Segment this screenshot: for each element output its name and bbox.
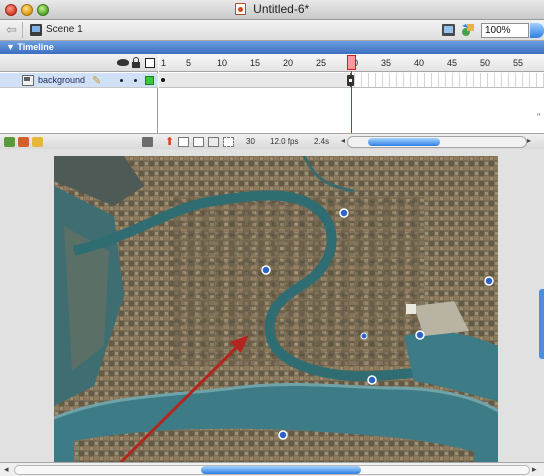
ruler-number: 50 <box>480 58 491 68</box>
playhead[interactable] <box>347 55 356 70</box>
stage-area <box>0 149 544 462</box>
scroll-right-icon[interactable]: ▸ <box>532 464 537 475</box>
ruler-number: 35 <box>381 58 392 68</box>
zoom-dropdown-button[interactable] <box>530 23 544 38</box>
ruler-number: 15 <box>250 58 261 68</box>
timeline-h-scrollbar[interactable] <box>347 136 527 148</box>
ruler-number: 45 <box>447 58 458 68</box>
layer-name[interactable]: background <box>38 75 85 85</box>
add-layer-icon[interactable] <box>4 137 15 147</box>
window-title-wrap: Untitled-6* <box>0 2 544 16</box>
divider <box>22 22 23 38</box>
ruler-number: 25 <box>316 58 327 68</box>
scrollbar-thumb[interactable] <box>368 138 440 146</box>
title-bar: Untitled-6* <box>0 0 544 20</box>
pencil-icon: ✎ <box>92 75 102 87</box>
stage-h-scrollbar[interactable]: ◂ ▸ <box>0 462 544 476</box>
edit-symbols-icon[interactable] <box>461 23 475 37</box>
ruler-number: 1 <box>161 58 167 68</box>
lock-body <box>132 62 140 68</box>
scene-icon <box>30 24 42 36</box>
current-frame: 30 <box>246 137 255 146</box>
scrollbar-thumb[interactable] <box>201 466 361 474</box>
lock-icon[interactable] <box>132 57 140 68</box>
ruler-number: 5 <box>186 58 192 68</box>
center-frame-icon[interactable]: ⬆ <box>165 135 174 148</box>
add-motion-guide-icon[interactable] <box>18 137 29 147</box>
keyframe-icon[interactable] <box>161 78 165 82</box>
scroll-left-icon[interactable]: ◂ <box>341 136 345 145</box>
window-title: Untitled-6* <box>253 2 310 16</box>
stage-v-scroll-thumb[interactable] <box>539 289 544 359</box>
outline-toggle-icon[interactable] <box>145 58 155 68</box>
stage-canvas[interactable] <box>54 156 498 462</box>
ruler-number: 20 <box>283 58 294 68</box>
end-frame-icon[interactable] <box>347 75 354 86</box>
elapsed-time: 2.4s <box>314 137 330 146</box>
frame-rate: 12.0 fps <box>270 137 299 146</box>
edit-multiple-frames-icon[interactable] <box>208 137 219 147</box>
scroll-left-icon[interactable]: ◂ <box>4 464 9 475</box>
ruler-end-icon: " <box>537 112 541 122</box>
aerial-map-image[interactable] <box>54 156 498 462</box>
edit-bar: ⇦ Scene 1 100% <box>0 20 544 41</box>
scene-label[interactable]: Scene 1 <box>46 24 83 35</box>
scroll-right-icon[interactable]: ▸ <box>527 136 531 145</box>
modify-onion-markers-icon[interactable] <box>223 137 234 147</box>
timeline-footer: ⬆ 30 12.0 fps 2.4s ◂ ▸ <box>0 133 544 149</box>
lock-dot[interactable] <box>134 79 137 82</box>
layer-row[interactable]: background ✎ <box>0 73 158 88</box>
scrollbar-track[interactable] <box>14 465 530 475</box>
timeline-header[interactable]: ▼ Timeline <box>0 41 544 54</box>
edit-scene-icon[interactable] <box>442 24 455 36</box>
eye-icon[interactable] <box>117 59 129 66</box>
visibility-dot[interactable] <box>120 79 123 82</box>
onion-skin-outlines-icon[interactable] <box>193 137 204 147</box>
outline-color-icon[interactable] <box>145 76 154 85</box>
add-folder-icon[interactable] <box>32 137 43 147</box>
ruler-number: 10 <box>217 58 228 68</box>
ruler-number: 40 <box>414 58 425 68</box>
flash-window: Untitled-6* ⇦ Scene 1 100% ▼ Timeline ba… <box>0 0 544 476</box>
onion-skin-icon[interactable] <box>178 137 189 147</box>
frame-span[interactable] <box>159 73 351 87</box>
layer-icon <box>22 75 34 86</box>
trash-icon[interactable] <box>142 137 153 147</box>
back-arrow-icon[interactable]: ⇦ <box>6 22 17 38</box>
flash-document-icon <box>234 3 246 15</box>
ruler-number: 55 <box>513 58 524 68</box>
zoom-field[interactable]: 100% <box>481 23 529 38</box>
layer-header <box>0 54 158 72</box>
